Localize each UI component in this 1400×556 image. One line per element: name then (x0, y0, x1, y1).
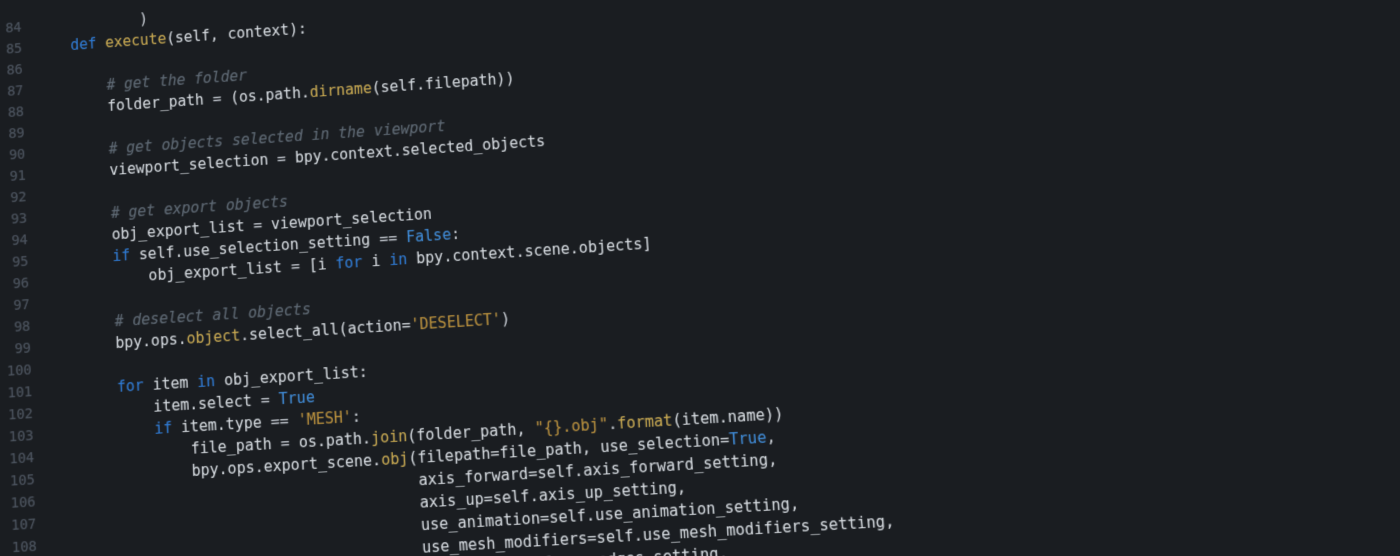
code-token: : (351, 407, 361, 426)
line-number: 108 (11, 536, 37, 556)
line-number: 85 (0, 38, 22, 61)
code-token: os.path. (298, 429, 371, 451)
code-token: dirname (309, 79, 372, 101)
code-token: 'MESH' (297, 408, 352, 429)
code-editor[interactable]: 8485868788899091929394959697989910010110… (0, 0, 1400, 556)
code-token: i (371, 251, 390, 270)
code-token: item (152, 373, 197, 394)
code-token: = (260, 390, 279, 409)
code-token: True (278, 388, 315, 408)
code-token: in (197, 371, 225, 391)
code-token: join (371, 427, 408, 447)
code-token: object (186, 326, 240, 347)
code-token: (os.path. (230, 84, 310, 107)
code-token: == (379, 228, 407, 248)
line-number: 104 (8, 447, 34, 471)
line-number: 95 (3, 251, 29, 274)
line-number: 107 (10, 513, 36, 537)
line-number: 88 (0, 101, 24, 124)
line-number: 96 (3, 273, 29, 296)
line-number: 92 (1, 187, 27, 210)
code-token: if (112, 246, 139, 265)
code-token: in (389, 250, 417, 270)
code-token: False (406, 225, 452, 246)
line-number: 93 (2, 208, 28, 231)
line-number: 91 (0, 165, 26, 188)
line-number: 84 (0, 17, 22, 40)
code-token: : (451, 225, 461, 243)
code-token: ) (501, 310, 511, 329)
line-number: 98 (5, 316, 31, 339)
code-token: , (766, 428, 777, 447)
code-token: "{}.obj" (534, 415, 608, 438)
code-token: execute (105, 30, 167, 52)
code-token (42, 247, 113, 269)
code-token: obj (381, 449, 409, 469)
code-token: format (617, 411, 673, 433)
code-token: 'DESELECT' (410, 310, 501, 334)
code-token: = (212, 89, 230, 108)
code-token: (action= (338, 316, 411, 338)
line-number: 99 (5, 338, 31, 361)
line-number: 101 (7, 381, 33, 404)
code-token: [i (308, 255, 336, 275)
line-number: 102 (7, 403, 33, 426)
code-token (35, 37, 70, 57)
line-number: 97 (4, 294, 30, 317)
code-area[interactable]: ) def execute(self, context): # get the … (29, 0, 1400, 556)
line-number: 105 (9, 469, 35, 493)
code-token: = (277, 149, 296, 168)
line-number: 100 (6, 359, 32, 382)
line-number: 89 (0, 123, 25, 146)
line-number: 90 (0, 144, 26, 167)
line-number: 86 (0, 59, 23, 82)
code-token (37, 76, 107, 98)
code-token: == (270, 411, 298, 431)
code-token: = (253, 215, 272, 234)
line-number: 106 (10, 491, 36, 515)
line-number: 87 (0, 80, 24, 103)
code-token (40, 204, 111, 226)
code-token: select_all (249, 320, 339, 344)
code-token: def (70, 34, 105, 54)
code-token: if (154, 418, 181, 438)
code-token (39, 140, 110, 162)
code-token (44, 312, 115, 334)
code-token: for (117, 376, 153, 396)
code-token: = (290, 257, 309, 276)
code-token: = (280, 433, 299, 452)
line-number: 103 (8, 425, 34, 449)
code-token: True (729, 428, 767, 449)
code-token (46, 378, 118, 400)
code-token: for (335, 252, 372, 272)
line-number: 94 (2, 229, 28, 252)
